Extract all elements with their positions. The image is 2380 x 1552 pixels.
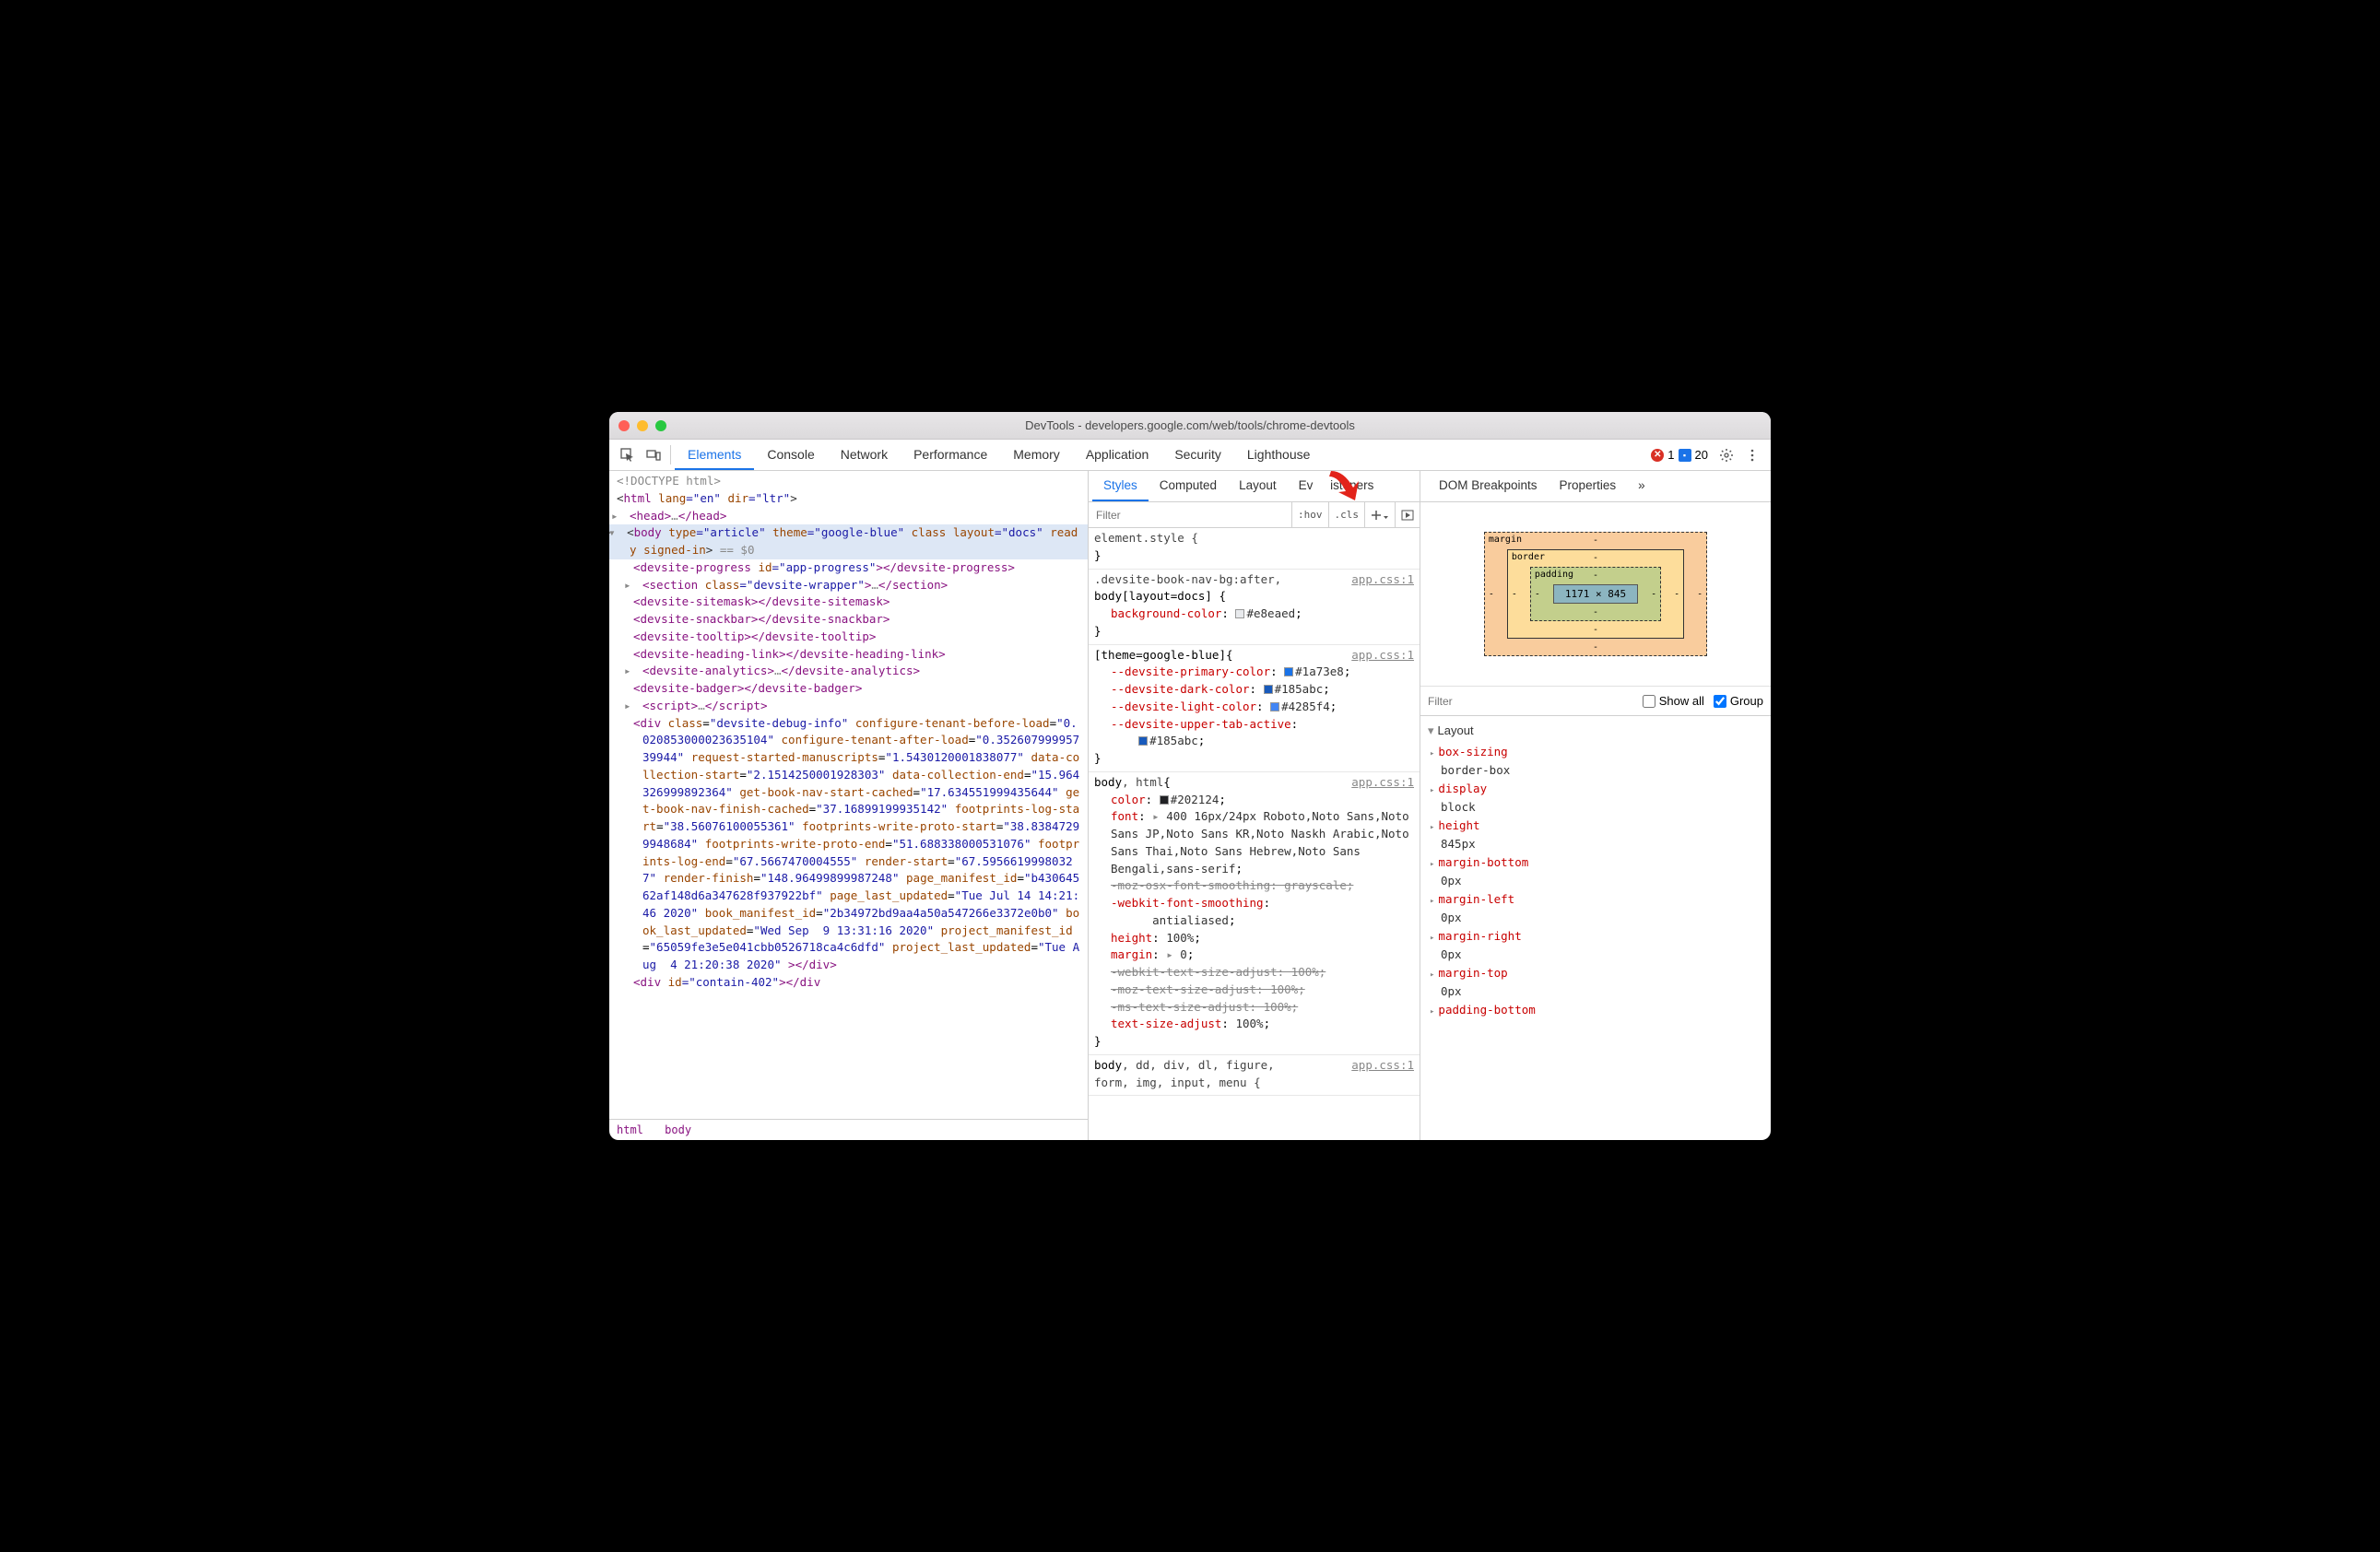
tab-elements[interactable]: Elements [675, 440, 754, 470]
annotation-arrow-icon [1325, 467, 1362, 504]
kebab-icon[interactable] [1739, 440, 1765, 470]
tab-lighthouse[interactable]: Lighthouse [1234, 440, 1324, 470]
subtab-properties[interactable]: Properties [1549, 471, 1628, 501]
tab-memory[interactable]: Memory [1000, 440, 1073, 470]
computed-prop[interactable]: height845px [1420, 817, 1771, 853]
computed-panel: DOM Breakpoints Properties » margin ----… [1420, 471, 1771, 1140]
traffic-lights [619, 420, 666, 431]
style-rule[interactable]: element.style { } [1089, 528, 1420, 570]
device-icon[interactable] [641, 440, 666, 470]
panels-body: <!DOCTYPE html> <html lang="en" dir="ltr… [609, 471, 1771, 1140]
computed-prop[interactable]: displayblock [1420, 780, 1771, 817]
devtools-window: DevTools - developers.google.com/web/too… [609, 412, 1771, 1140]
source-link[interactable]: app.css:1 [1351, 647, 1414, 664]
breadcrumb: html body [609, 1119, 1088, 1140]
subtab-styles[interactable]: Styles [1092, 471, 1149, 501]
styles-body[interactable]: element.style { } .devsite-book-nav-bg:a… [1089, 528, 1420, 1140]
dom-line[interactable]: <html lang="en" dir="ltr"> [609, 490, 1088, 508]
style-rule[interactable]: [theme=google-blue] {app.css:1 --devsite… [1089, 645, 1420, 772]
computed-prop[interactable]: margin-right0px [1420, 927, 1771, 964]
dom-line[interactable]: <devsite-progress id="app-progress"></de… [609, 559, 1088, 577]
dom-line[interactable]: ▸<devsite-analytics>…</devsite-analytics… [609, 663, 1088, 680]
dom-line[interactable]: <div id="contain-402"></div [609, 974, 1088, 992]
bm-border-label: border [1512, 552, 1545, 562]
computed-prop[interactable]: margin-bottom0px [1420, 853, 1771, 890]
computed-prop[interactable]: margin-top0px [1420, 964, 1771, 1001]
source-link[interactable]: app.css:1 [1351, 774, 1414, 792]
styles-filter-input[interactable] [1089, 509, 1291, 522]
close-button[interactable] [619, 420, 630, 431]
error-count: 1 [1667, 448, 1674, 462]
message-icon[interactable]: ▪ [1679, 449, 1691, 462]
message-count: 20 [1695, 448, 1708, 462]
group-header[interactable]: ▾Layout [1420, 720, 1771, 743]
computed-filter-input[interactable] [1428, 695, 1633, 708]
tab-application[interactable]: Application [1073, 440, 1162, 470]
main-tabs: Elements Console Network Performance Mem… [609, 440, 1771, 471]
dom-line[interactable]: ▸<head>…</head> [609, 508, 1088, 525]
bm-margin-label: margin [1489, 535, 1522, 545]
dom-line[interactable]: <div class="devsite-debug-info" configur… [609, 715, 1088, 974]
subtab-layout[interactable]: Layout [1228, 471, 1288, 501]
computed-prop[interactable]: padding-bottom [1420, 1001, 1771, 1019]
dom-line[interactable]: <devsite-sitemask></devsite-sitemask> [609, 594, 1088, 611]
box-model[interactable]: margin ---- border ---- padding ---- 117… [1420, 502, 1771, 687]
status-area: ✕ 1 ▪ 20 [1645, 440, 1714, 470]
computed-prop[interactable]: box-sizingborder-box [1420, 743, 1771, 780]
bm-content: 1171 × 845 [1553, 584, 1638, 604]
minimize-button[interactable] [637, 420, 648, 431]
computed-filterbar: Show all Group [1420, 687, 1771, 716]
dom-line[interactable]: <!DOCTYPE html> [617, 474, 721, 488]
tab-security[interactable]: Security [1161, 440, 1234, 470]
show-all-checkbox[interactable]: Show all [1643, 694, 1704, 708]
tab-performance[interactable]: Performance [901, 440, 1000, 470]
style-rule[interactable]: .devsite-book-nav-bg:after,app.css:1 bod… [1089, 570, 1420, 645]
dom-line[interactable]: <devsite-badger></devsite-badger> [609, 680, 1088, 698]
styles-filterbar: :hov .cls [1089, 502, 1420, 528]
error-icon[interactable]: ✕ [1651, 449, 1664, 462]
dom-line[interactable]: <devsite-heading-link></devsite-heading-… [609, 646, 1088, 664]
toggle-common-button[interactable] [1395, 502, 1420, 527]
side-sub-tabs: DOM Breakpoints Properties » [1420, 471, 1771, 502]
hov-button[interactable]: :hov [1291, 502, 1328, 527]
dom-line[interactable]: ▸<section class="devsite-wrapper">…</sec… [609, 577, 1088, 594]
subtab-dom-breakpoints[interactable]: DOM Breakpoints [1428, 471, 1549, 501]
subtab-more[interactable]: » [1627, 471, 1656, 501]
dom-line[interactable]: <devsite-tooltip></devsite-tooltip> [609, 629, 1088, 646]
computed-prop[interactable]: margin-left0px [1420, 890, 1771, 927]
styles-panel: Styles Computed Layout Ev isteners :hov … [1089, 471, 1420, 1140]
dom-tree[interactable]: <!DOCTYPE html> <html lang="en" dir="ltr… [609, 471, 1088, 1119]
maximize-button[interactable] [655, 420, 666, 431]
style-rule[interactable]: body, html {app.css:1 color: #202124; fo… [1089, 772, 1420, 1055]
cls-button[interactable]: .cls [1328, 502, 1365, 527]
bm-padding-label: padding [1535, 570, 1573, 580]
dom-selected-line[interactable]: ⋯ ▾<body type="article" theme="google-bl… [609, 524, 1088, 559]
source-link[interactable]: app.css:1 [1351, 1057, 1414, 1075]
new-rule-button[interactable] [1364, 502, 1395, 527]
crumb-html[interactable]: html [617, 1123, 643, 1136]
source-link[interactable]: app.css:1 [1351, 571, 1414, 589]
tab-console[interactable]: Console [754, 440, 827, 470]
tab-network[interactable]: Network [828, 440, 901, 470]
crumb-body[interactable]: body [665, 1123, 691, 1136]
style-rule[interactable]: body, dd, div, dl, figure,app.css:1 form… [1089, 1055, 1420, 1097]
dom-line[interactable]: <devsite-snackbar></devsite-snackbar> [609, 611, 1088, 629]
computed-list[interactable]: ▾Layout box-sizingborder-boxdisplayblock… [1420, 716, 1771, 1140]
dom-line[interactable]: ▸<script>…</script> [609, 698, 1088, 715]
subtab-computed[interactable]: Computed [1149, 471, 1228, 501]
sub-tabs: Styles Computed Layout Ev isteners [1089, 471, 1420, 502]
group-checkbox[interactable]: Group [1714, 694, 1763, 708]
inspect-icon[interactable] [615, 440, 641, 470]
elements-panel: <!DOCTYPE html> <html lang="en" dir="ltr… [609, 471, 1089, 1140]
window-title: DevTools - developers.google.com/web/too… [1025, 418, 1355, 432]
titlebar: DevTools - developers.google.com/web/too… [609, 412, 1771, 440]
gear-icon[interactable] [1714, 440, 1739, 470]
